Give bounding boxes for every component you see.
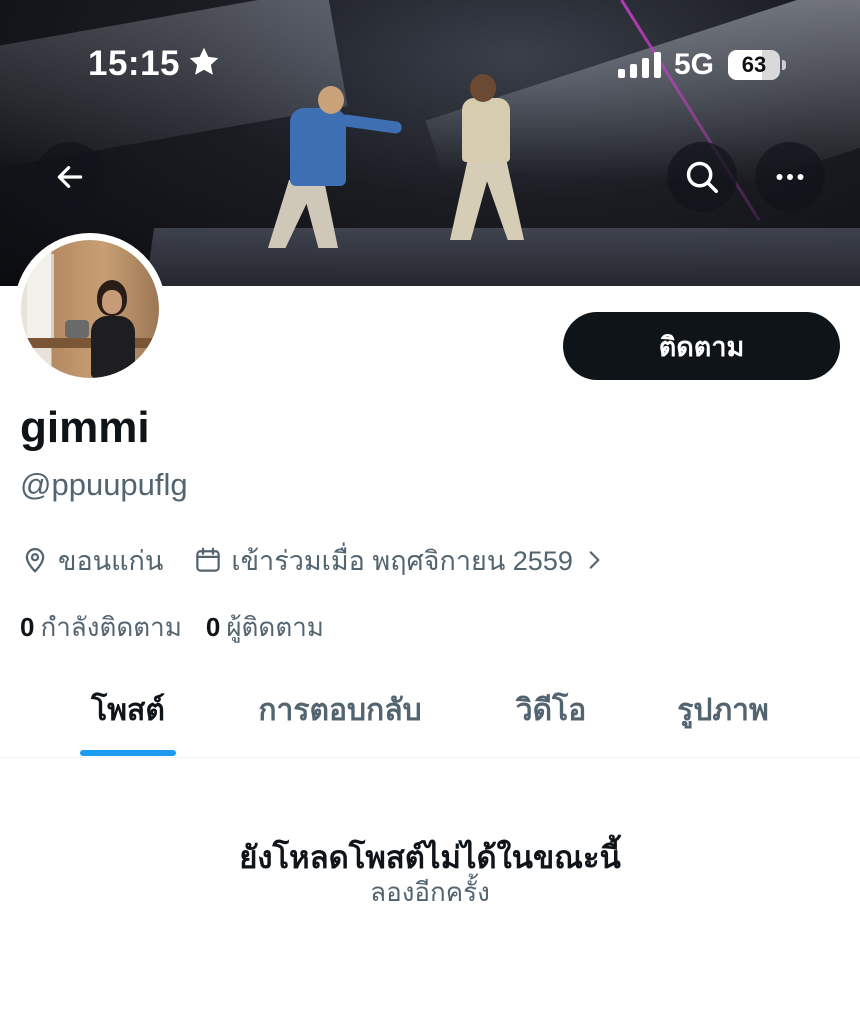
location: ขอนแก่น (20, 539, 163, 582)
signal-icon (618, 52, 661, 78)
join-date[interactable]: เข้าร่วมเมื่อ พฤศจิกายน 2559 (193, 539, 615, 582)
more-button[interactable] (755, 142, 825, 212)
active-tab-indicator (80, 750, 176, 756)
location-pin-icon (25, 548, 45, 573)
follow-stats: 0 กำลังติดตาม 0 ผู้ติดตาม (20, 609, 324, 645)
location-text: ขอนแก่น (58, 545, 164, 576)
join-date-text: เข้าร่วมเมื่อ พฤศจิกายน 2559 (231, 545, 573, 576)
following-count: 0 (20, 611, 35, 642)
followers-count: 0 (205, 611, 221, 642)
retry-link[interactable]: ลองอีกครั้ง (0, 872, 860, 913)
chevron-right-icon (589, 551, 600, 569)
search-icon (686, 161, 718, 193)
avatar[interactable] (14, 233, 166, 385)
following-label: กำลังติดตาม (40, 611, 182, 642)
search-button[interactable] (667, 142, 737, 212)
display-name: gimmi (20, 403, 150, 452)
battery-icon: 63 (728, 50, 786, 80)
calendar-icon (196, 547, 221, 572)
tab-replies[interactable]: การตอบกลับ (240, 680, 440, 740)
divider (0, 757, 860, 758)
followers-link[interactable]: 0 ผู้ติดตาม (206, 607, 324, 648)
arrow-left-icon (57, 166, 83, 188)
star-icon (189, 47, 219, 75)
followers-label: ผู้ติดตาม (226, 611, 324, 642)
profile-meta: ขอนแก่น เข้าร่วมเมื่อ พฤศจิกายน 2559 (20, 540, 615, 580)
battery-level: 63 (741, 52, 767, 77)
status-time: 15:15 (88, 44, 181, 83)
more-horizontal-icon (776, 174, 804, 180)
back-button[interactable] (35, 142, 105, 212)
tab-videos[interactable]: วิดีโอ (496, 680, 606, 740)
banner-stage (145, 228, 860, 286)
status-bar: 15:15 5G 63 (0, 0, 860, 132)
network-type: 5G (674, 48, 715, 81)
following-link[interactable]: 0 กำลังติดตาม (20, 607, 182, 648)
follow-button[interactable]: ติดตาม (563, 312, 840, 380)
avatar-photo (21, 240, 159, 378)
user-handle: @ppuupuflg (20, 467, 188, 502)
tab-photos[interactable]: รูปภาพ (660, 680, 786, 740)
tab-posts[interactable]: โพสต์ (64, 680, 192, 740)
profile-tabs: โพสต์ การตอบกลับ วิดีโอ รูปภาพ (0, 680, 860, 758)
